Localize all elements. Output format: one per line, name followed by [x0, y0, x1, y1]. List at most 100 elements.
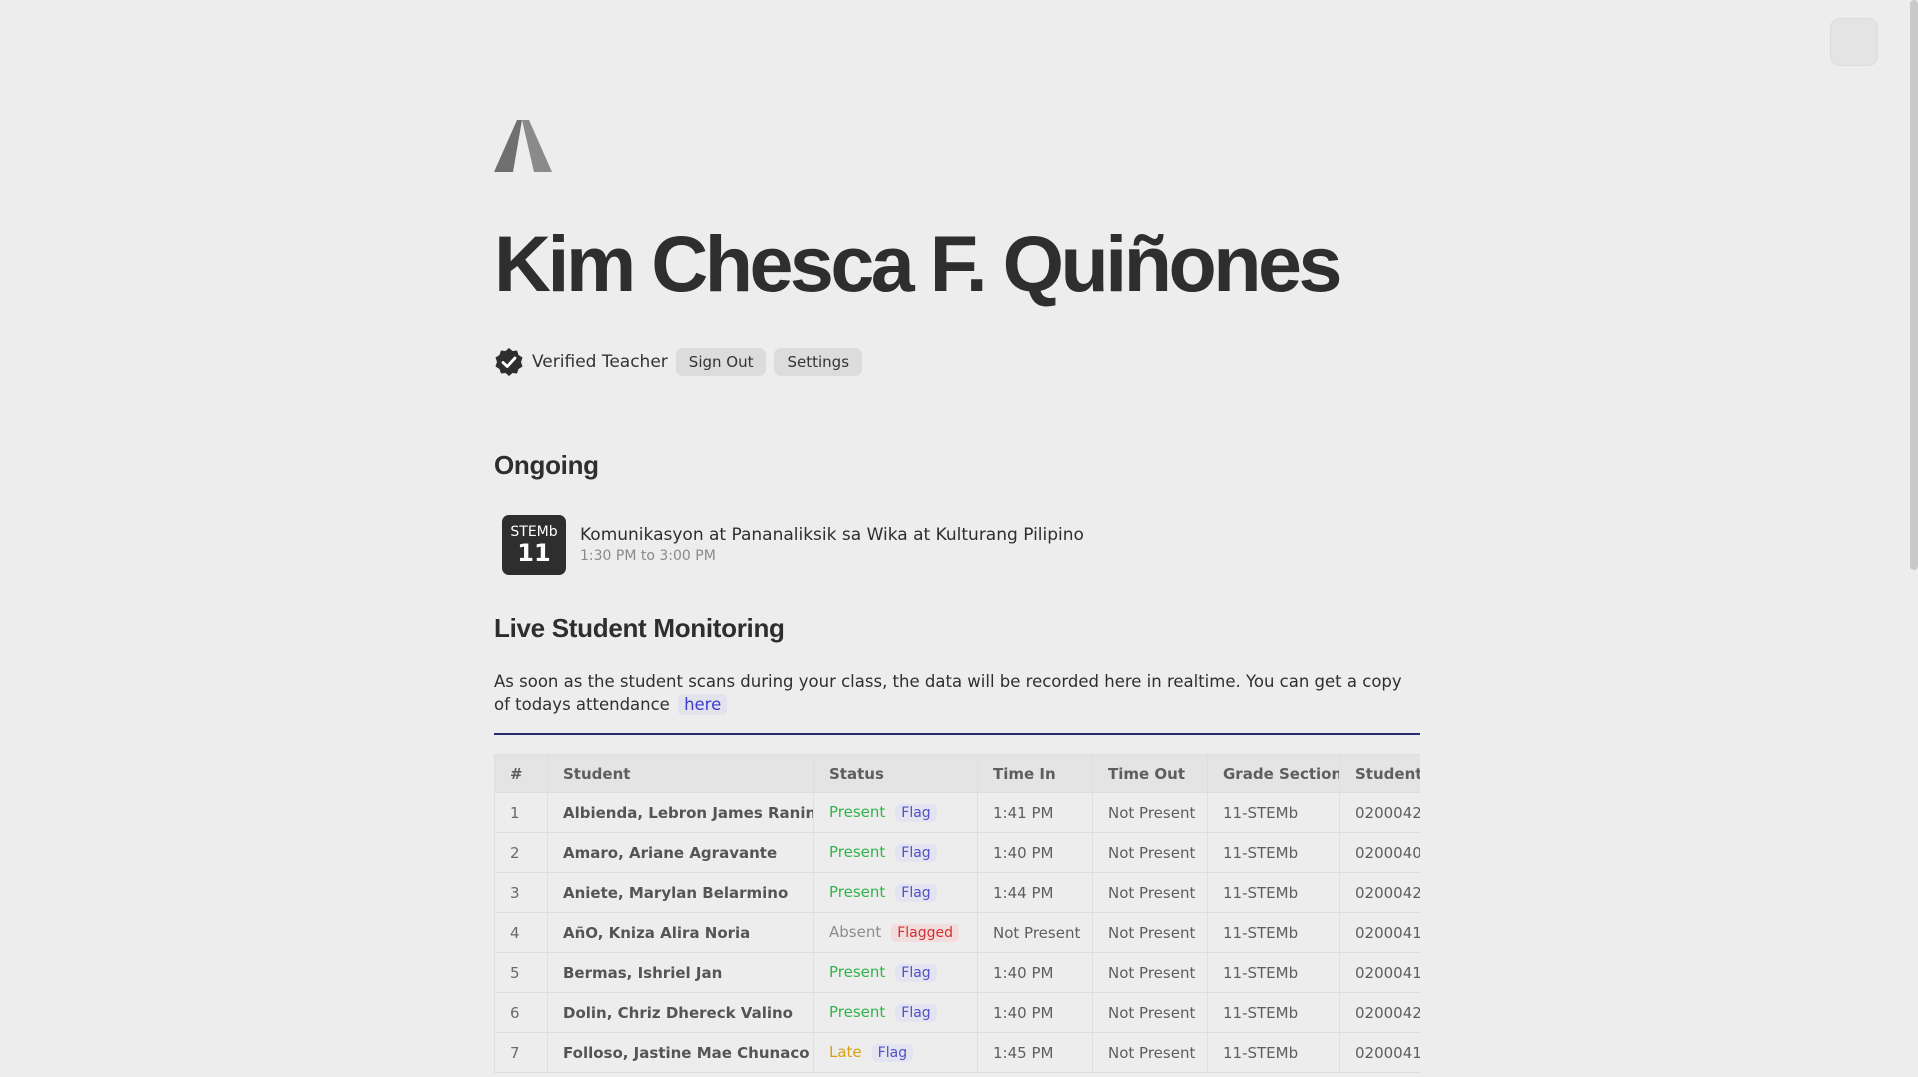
row-number: 1	[494, 792, 548, 833]
row-number: 2	[494, 832, 548, 873]
student-id: 02000414	[1339, 1032, 1420, 1073]
ongoing-class-card[interactable]: STEMb 11 Komunikasyon at Pananaliksik sa…	[502, 515, 1084, 575]
status-cell: Absent Flagged	[813, 912, 978, 953]
student-name: Bermas, Ishriel Jan	[547, 952, 814, 993]
live-monitoring-heading: Live Student Monitoring	[494, 613, 785, 643]
sign-out-button[interactable]: Sign Out	[675, 348, 767, 376]
status-label: Present	[829, 963, 886, 981]
flag-button[interactable]: Flag	[895, 1004, 937, 1022]
flag-button[interactable]: Flag	[895, 844, 937, 862]
attendance-table: # Student Status Time In Time Out Grade …	[494, 754, 1420, 1073]
class-name: Komunikasyon at Pananaliksik sa Wika at …	[580, 525, 1084, 545]
status-label: Present	[829, 843, 886, 861]
status-cell: Present Flag	[813, 792, 978, 833]
row-number: 5	[494, 952, 548, 993]
table-row: 2 Amaro, Ariane Agravante Present Flag 1:…	[494, 832, 1420, 873]
ongoing-heading: Ongoing	[494, 450, 599, 480]
flag-button[interactable]: Flag	[895, 884, 937, 902]
status-cell: Late Flag	[813, 1032, 978, 1073]
app-logo-icon	[494, 120, 552, 172]
time-out: Not Present	[1092, 792, 1208, 833]
status-cell: Present Flag	[813, 992, 978, 1033]
flag-button[interactable]: Flag	[871, 1044, 914, 1062]
verified-label: Verified Teacher	[532, 352, 668, 372]
student-id: 02000424	[1339, 992, 1420, 1033]
class-time: 1:30 PM to 3:00 PM	[580, 548, 716, 564]
table-row: 5 Bermas, Ishriel Jan Present Flag 1:40 P…	[494, 952, 1420, 993]
student-id: 02000402	[1339, 832, 1420, 873]
attendance-table-wrapper[interactable]: # Student Status Time In Time Out Grade …	[494, 754, 1420, 1077]
column-header-grade-section: Grade Section	[1207, 754, 1340, 793]
table-row: 6 Dolin, Chriz Dhereck Valino Present Fla…	[494, 992, 1420, 1033]
time-in: Not Present	[977, 912, 1093, 953]
class-badge: STEMb 11	[502, 515, 566, 575]
table-header-row: # Student Status Time In Time Out Grade …	[494, 754, 1420, 793]
student-name: Folloso, Jastine Mae Chunaco	[547, 1032, 814, 1073]
scrollbar[interactable]	[1910, 0, 1918, 570]
status-label: Absent	[829, 923, 882, 941]
time-in: 1:40 PM	[977, 952, 1093, 993]
status-cell: Present Flag	[813, 872, 978, 913]
description-text: As soon as the student scans during your…	[494, 672, 1402, 714]
table-row: 1 Albienda, Lebron James Ranin Present Fl…	[494, 792, 1420, 833]
flag-button[interactable]: Flag	[895, 804, 937, 822]
status-label: Present	[829, 803, 886, 821]
time-out: Not Present	[1092, 832, 1208, 873]
student-name: Amaro, Ariane Agravante	[547, 832, 814, 873]
table-row: 3 Aniete, Marylan Belarmino Present Flag …	[494, 872, 1420, 913]
table-row: 7 Folloso, Jastine Mae Chunaco Late Flag …	[494, 1032, 1420, 1073]
status-label: Late	[829, 1043, 862, 1061]
column-header-number: #	[494, 754, 548, 793]
time-in: 1:45 PM	[977, 1032, 1093, 1073]
class-grade: 11	[517, 539, 551, 567]
row-number: 6	[494, 992, 548, 1033]
time-in: 1:41 PM	[977, 792, 1093, 833]
student-id: 02000413	[1339, 912, 1420, 953]
student-name: Dolin, Chriz Dhereck Valino	[547, 992, 814, 1033]
teacher-name: Kim Chesca F. Quiñones	[494, 219, 1342, 308]
column-header-student-id: Student ID	[1339, 754, 1420, 793]
attendance-copy-link[interactable]: here	[678, 694, 728, 715]
student-name: AñO, Kniza Alira Noria	[547, 912, 814, 953]
time-out: Not Present	[1092, 1032, 1208, 1073]
settings-button[interactable]: Settings	[774, 348, 863, 376]
student-id: 02000415	[1339, 952, 1420, 993]
row-number: 7	[494, 1032, 548, 1073]
monitoring-description: As soon as the student scans during your…	[494, 670, 1420, 716]
row-number: 3	[494, 872, 548, 913]
time-in: 1:40 PM	[977, 832, 1093, 873]
class-info: Komunikasyon at Pananaliksik sa Wika at …	[580, 524, 1084, 566]
grade-section: 11-STEMb	[1207, 792, 1340, 833]
grade-section: 11-STEMb	[1207, 832, 1340, 873]
student-name: Albienda, Lebron James Ranin	[547, 792, 814, 833]
status-cell: Present Flag	[813, 832, 978, 873]
student-id: 02000421	[1339, 872, 1420, 913]
student-name: Aniete, Marylan Belarmino	[547, 872, 814, 913]
student-id: 02000425	[1339, 792, 1420, 833]
time-out: Not Present	[1092, 992, 1208, 1033]
grade-section: 11-STEMb	[1207, 952, 1340, 993]
column-header-student: Student	[547, 754, 814, 793]
divider	[494, 733, 1420, 735]
grade-section: 11-STEMb	[1207, 1032, 1340, 1073]
grade-section: 11-STEMb	[1207, 912, 1340, 953]
profile-actions: Verified Teacher Sign Out Settings	[494, 346, 870, 378]
status-cell: Present Flag	[813, 952, 978, 993]
page: Kim Chesca F. Quiñones Verified Teacher …	[0, 0, 1918, 1077]
column-header-time-out: Time Out	[1092, 754, 1208, 793]
table-row: 4 AñO, Kniza Alira Noria Absent Flagged N…	[494, 912, 1420, 953]
menu-button[interactable]	[1830, 18, 1878, 66]
flagged-button[interactable]: Flagged	[891, 924, 960, 942]
grade-section: 11-STEMb	[1207, 992, 1340, 1033]
flag-button[interactable]: Flag	[895, 964, 937, 982]
time-out: Not Present	[1092, 912, 1208, 953]
column-header-status: Status	[813, 754, 978, 793]
verified-check-icon	[495, 348, 523, 376]
time-in: 1:40 PM	[977, 992, 1093, 1033]
time-out: Not Present	[1092, 872, 1208, 913]
class-section: STEMb	[510, 524, 558, 540]
time-in: 1:44 PM	[977, 872, 1093, 913]
status-label: Present	[829, 883, 886, 901]
time-out: Not Present	[1092, 952, 1208, 993]
status-label: Present	[829, 1003, 886, 1021]
